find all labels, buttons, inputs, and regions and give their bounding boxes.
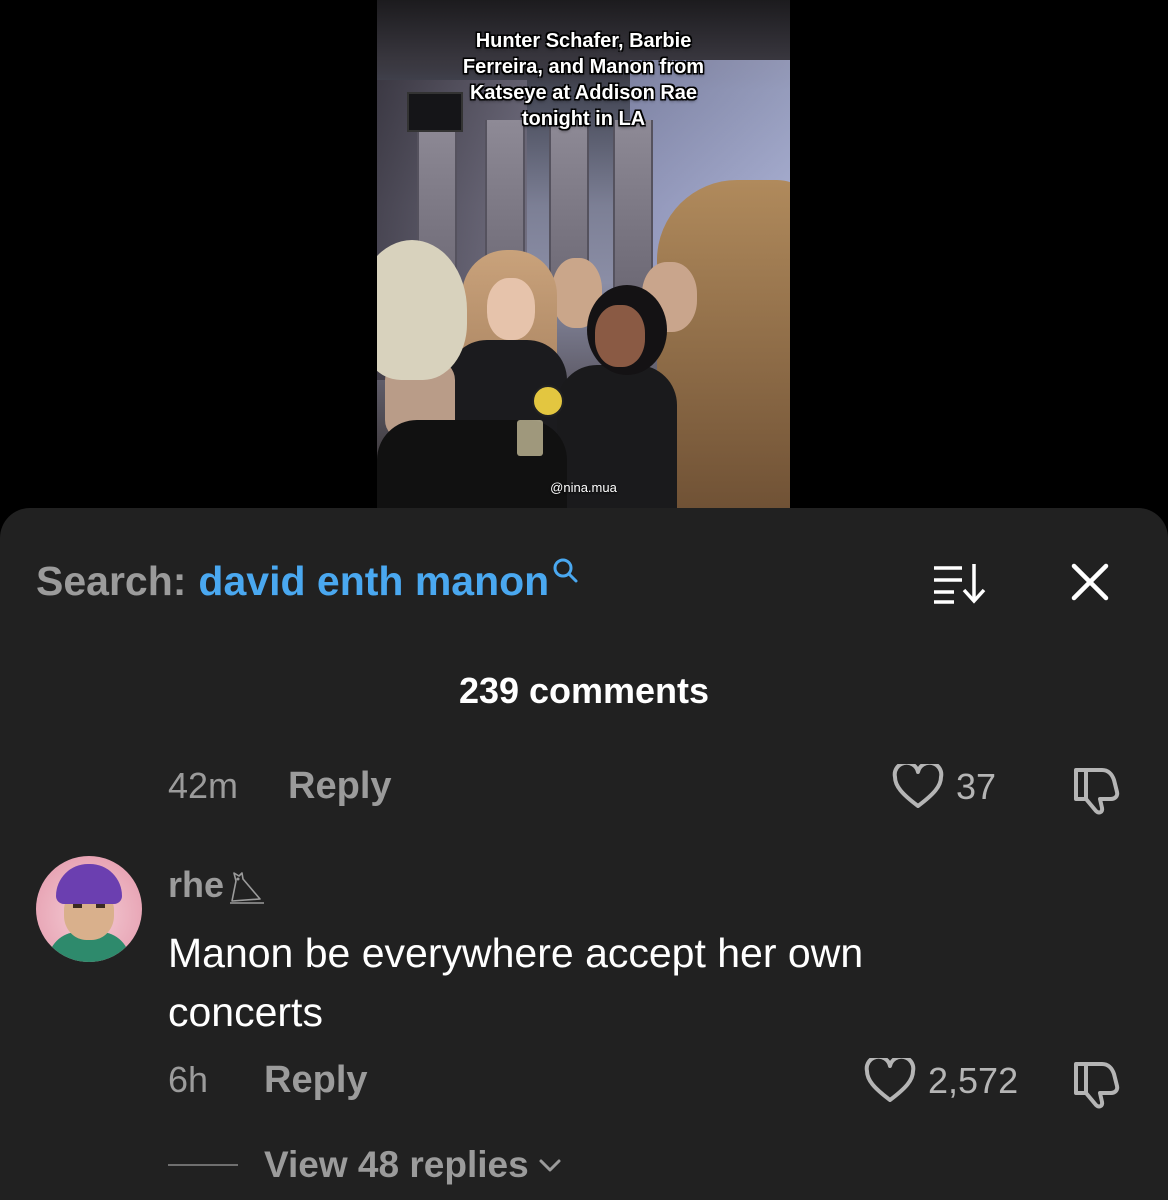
chevron-down-icon [539,1159,561,1172]
comment-username[interactable]: rhe [168,864,266,906]
video-scene-pillar [613,120,653,290]
search-icon[interactable] [551,556,579,584]
comment-timestamp: 6h [168,1059,209,1100]
video-watermark: @nina.mua [550,480,617,495]
like-button[interactable]: 37 [892,764,996,810]
divider [168,1164,238,1166]
reply-button[interactable]: Reply [264,1059,367,1102]
comment-text: Manon be everywhere accept her own conce… [168,930,864,1035]
reply-button[interactable]: Reply [288,765,391,808]
video-scene-badge [532,385,564,417]
view-replies-button[interactable]: View 48 replies [168,1144,563,1186]
comment-count: 239 comments [458,670,710,711]
search-prefix-label: Search: [36,557,187,604]
heart-icon [892,764,944,808]
like-button[interactable]: 2,572 [864,1058,1018,1104]
previous-comment-meta: 42m Reply [168,764,392,808]
video-player[interactable]: Hunter Schafer, Barbie Ferreira, and Man… [377,0,790,515]
view-replies-label: View 48 replies [264,1144,529,1185]
comments-sheet: Search: david enth manon 239 comments 42… [0,508,1168,1200]
comment-timestamp: 42m [168,765,239,806]
video-caption: Hunter Schafer, Barbie Ferreira, and Man… [462,30,705,130]
heart-icon [864,1058,916,1102]
dislike-icon[interactable] [1070,764,1122,816]
dislike-icon[interactable] [1070,1058,1122,1110]
like-count: 2,572 [928,1060,1019,1101]
avatar[interactable] [36,856,142,962]
sort-icon[interactable] [930,560,990,606]
search-term-link[interactable]: david enth manon [198,558,549,605]
close-icon[interactable] [1066,558,1114,606]
video-scene-cup [517,420,543,456]
username-label: rhe [168,864,225,905]
search-header[interactable]: Search: david enth manon [36,556,579,606]
owl-icon [230,872,265,904]
video-scene-person [595,305,645,367]
like-count: 37 [956,766,997,807]
comment-meta: 6h Reply [168,1058,368,1102]
video-scene-person [487,278,535,340]
